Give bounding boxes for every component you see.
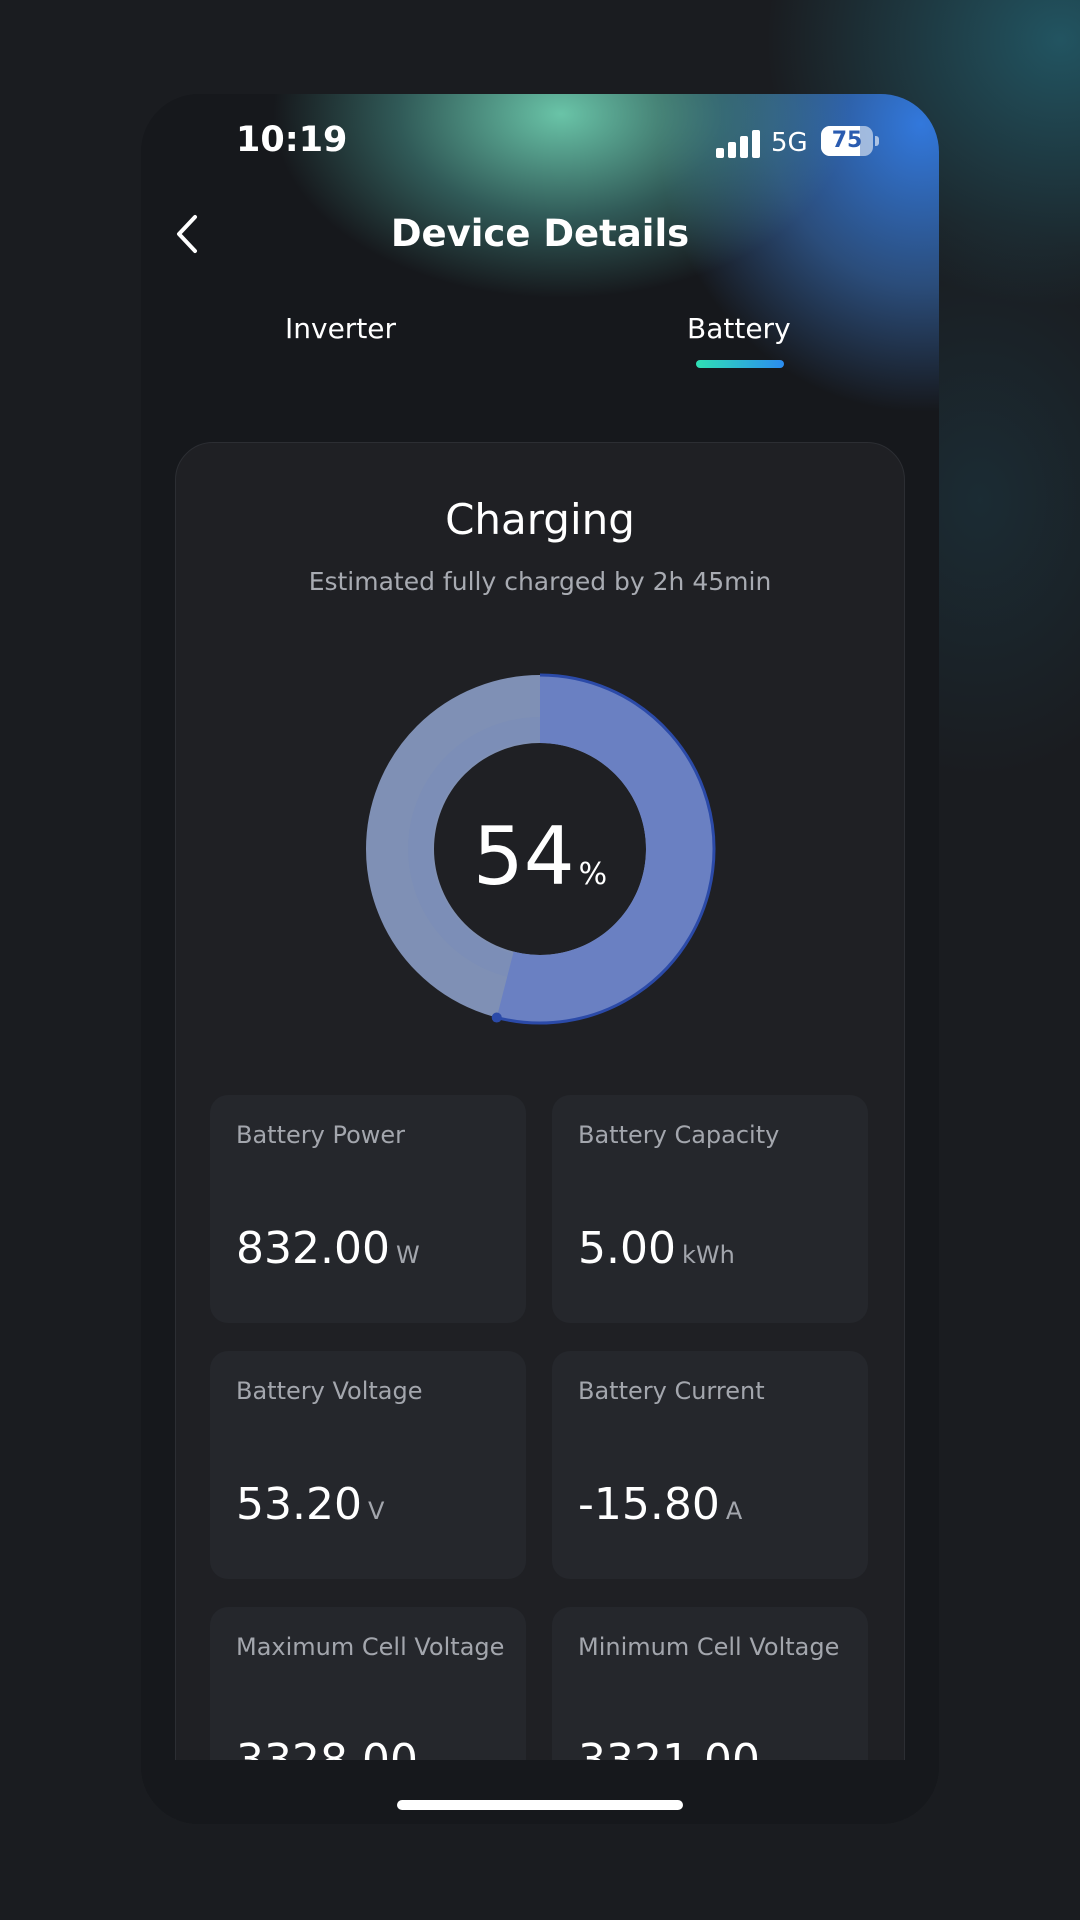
charge-estimate: Estimated fully charged by 2h 45min <box>308 567 772 596</box>
stat-unit: W <box>395 1241 420 1269</box>
stat-value: 53.20 V <box>236 1479 384 1530</box>
stat-battery-power[interactable]: Battery Power 832.00 W <box>210 1095 526 1323</box>
page-title: Device Details <box>390 212 690 255</box>
tab-battery[interactable]: Battery <box>687 312 791 345</box>
battery-card: Charging Estimated fully charged by 2h 4… <box>175 442 905 1824</box>
stat-unit: V <box>367 1497 385 1525</box>
active-tab-indicator <box>696 360 784 368</box>
battery-nub <box>875 136 879 146</box>
stat-battery-capacity[interactable]: Battery Capacity 5.00 kWh <box>552 1095 868 1323</box>
stat-number: 832.00 <box>236 1223 390 1274</box>
stat-label: Battery Voltage <box>236 1377 423 1405</box>
battery-status-icon: 75 <box>821 126 873 156</box>
signal-icon <box>716 130 760 158</box>
network-label: 5G <box>771 128 808 158</box>
tab-inverter[interactable]: Inverter <box>285 312 396 345</box>
home-indicator[interactable] <box>397 1800 683 1810</box>
stat-label: Minimum Cell Voltage <box>578 1633 840 1661</box>
stat-number: -15.80 <box>578 1479 720 1530</box>
gauge-end-dot <box>491 1012 502 1023</box>
stat-unit: A <box>725 1497 743 1525</box>
stat-value: 5.00 kWh <box>578 1223 735 1274</box>
stat-unit: kWh <box>681 1241 735 1269</box>
stat-battery-current[interactable]: Battery Current -15.80 A <box>552 1351 868 1579</box>
home-indicator-area <box>141 1760 939 1824</box>
charge-percent-unit: % <box>578 857 608 892</box>
charging-status: Charging <box>445 495 635 544</box>
stat-label: Battery Current <box>578 1377 765 1405</box>
charge-percentage: 54% <box>176 810 904 903</box>
status-time: 10:19 <box>236 120 348 160</box>
stat-battery-voltage[interactable]: Battery Voltage 53.20 V <box>210 1351 526 1579</box>
charge-percent-value: 54 <box>472 810 575 903</box>
status-bar: 10:19 5G 75 <box>141 94 939 190</box>
stat-label: Battery Capacity <box>578 1121 780 1149</box>
stat-label: Maximum Cell Voltage <box>236 1633 505 1661</box>
stat-value: -15.80 A <box>578 1479 742 1530</box>
battery-status-level: 75 <box>831 128 863 153</box>
stat-number: 53.20 <box>236 1479 362 1530</box>
stat-number: 5.00 <box>578 1223 676 1274</box>
stat-value: 832.00 W <box>236 1223 420 1274</box>
stat-label: Battery Power <box>236 1121 406 1149</box>
phone-screen: 10:19 5G 75 Device Details Inverter Batt… <box>141 94 939 1824</box>
